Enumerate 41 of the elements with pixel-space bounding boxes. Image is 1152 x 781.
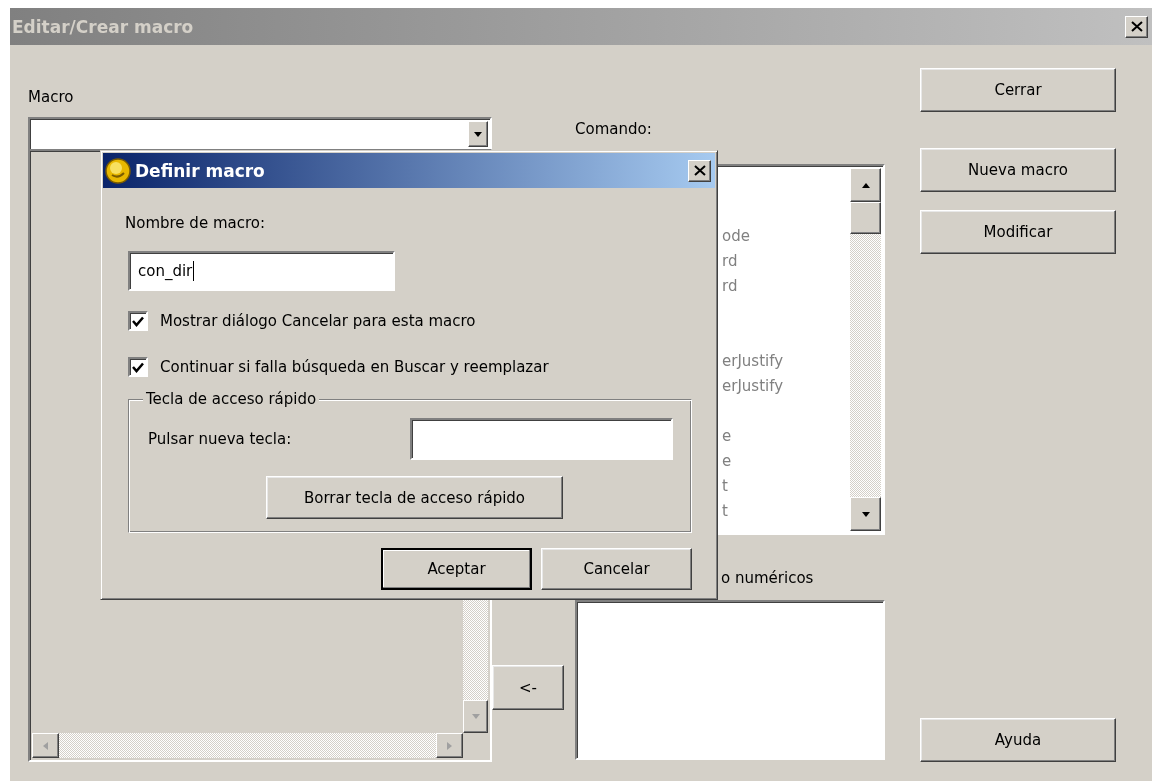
name-field[interactable]: con_dir — [128, 251, 395, 291]
name-label: Nombre de macro: — [125, 213, 266, 233]
macro-label: Macro — [28, 87, 75, 107]
clear-hotkey-button[interactable]: Borrar tecla de acceso rápido — [266, 476, 563, 519]
text-cursor — [193, 261, 195, 281]
close-icon — [1130, 21, 1143, 32]
window-title: Editar/Crear macro — [12, 16, 195, 37]
arrow-down-icon — [860, 510, 871, 518]
macro-dropdown[interactable] — [28, 117, 492, 151]
scroll-down-button[interactable] — [463, 700, 488, 733]
command-label: Comando: — [575, 119, 653, 139]
arrow-up-icon — [860, 181, 871, 189]
checkbox[interactable] — [128, 357, 148, 377]
values-list[interactable] — [575, 600, 885, 760]
move-left-button[interactable]: <- — [492, 665, 564, 710]
group-label: Tecla de acceso rápido — [143, 389, 320, 409]
checkbox-label: Continuar si falla búsqueda en Buscar y reemplazar — [160, 358, 549, 376]
cancel-button[interactable]: Cancelar — [541, 548, 692, 590]
arrow-down-icon — [470, 713, 481, 720]
arrow-right-icon — [446, 740, 453, 751]
scroll-right-button[interactable] — [436, 733, 463, 758]
action-button[interactable]: Nueva macro — [920, 148, 1116, 192]
checkbox-label: Mostrar diálogo Cancelar para esta macro — [160, 312, 476, 330]
checkmark-icon — [132, 361, 144, 373]
checkbox[interactable] — [128, 311, 148, 331]
action-button[interactable]: Modificar — [920, 210, 1116, 254]
dialog-title: Definir macro — [135, 160, 266, 181]
checkmark-icon — [132, 315, 144, 327]
hotkey-field[interactable] — [410, 418, 673, 460]
action-button[interactable]: Cerrar — [920, 68, 1116, 112]
help-button[interactable]: Ayuda — [920, 718, 1116, 762]
dropdown-button[interactable] — [468, 121, 488, 147]
ok-button[interactable]: Aceptar — [381, 548, 532, 590]
close-icon — [693, 165, 706, 176]
caret-down-icon — [473, 130, 483, 138]
scroll-left-button[interactable] — [32, 733, 59, 758]
app-logo-icon — [105, 157, 131, 184]
values-label: o numéricos — [721, 568, 815, 589]
arrow-left-icon — [42, 740, 49, 751]
hotkey-label: Pulsar nueva tecla: — [148, 429, 292, 449]
close-button[interactable] — [688, 159, 711, 182]
